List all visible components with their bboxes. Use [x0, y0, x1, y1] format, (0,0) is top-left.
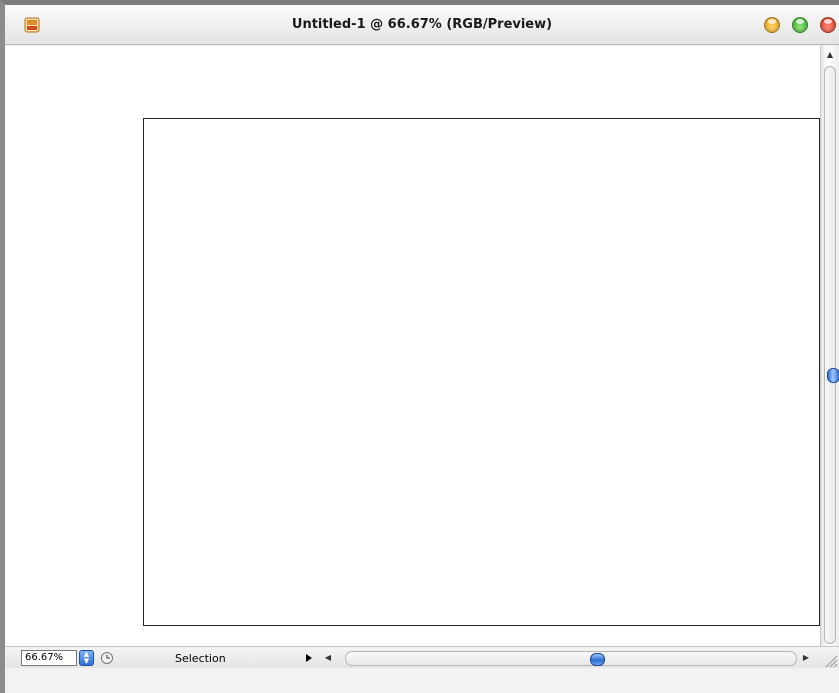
- vertical-scroll-track[interactable]: [824, 66, 839, 644]
- zoom-level-field[interactable]: 66.67%: [21, 650, 77, 666]
- zoom-button[interactable]: [792, 17, 808, 33]
- window-title: Untitled-1 @ 66.67% (RGB/Preview): [291, 17, 553, 32]
- vertical-scrollbar[interactable]: ▲ ▼: [820, 46, 839, 662]
- clock-icon[interactable]: [100, 651, 114, 665]
- scroll-left-arrow-icon[interactable]: ◀: [323, 653, 333, 663]
- horizontal-scroll-thumb[interactable]: [590, 653, 605, 666]
- title-bar[interactable]: Untitled-1 @ 66.67% (RGB/Preview): [5, 5, 839, 45]
- status-bar: 66.67% ▲ ▼ Selection ◀ ▶: [5, 646, 820, 668]
- document-canvas[interactable]: [143, 118, 820, 626]
- vertical-scroll-thumb[interactable]: [827, 368, 839, 383]
- close-button[interactable]: [820, 17, 836, 33]
- resize-grip[interactable]: [820, 646, 839, 668]
- zoom-stepper[interactable]: ▲ ▼: [79, 650, 94, 666]
- horizontal-scroll-track[interactable]: [345, 651, 797, 666]
- document-window: Untitled-1 @ 66.67% (RGB/Preview) ▲ ▼ 66…: [0, 0, 839, 693]
- window-bottom-edge: [5, 668, 839, 693]
- resize-grip-icon: [825, 655, 838, 668]
- horizontal-scrollbar[interactable]: ◀ ▶: [319, 650, 820, 667]
- status-info-label: Selection: [175, 652, 226, 665]
- scroll-up-arrow-icon[interactable]: ▲: [825, 50, 835, 60]
- canvas-area[interactable]: [5, 46, 820, 646]
- minimize-button[interactable]: [764, 17, 780, 33]
- triangle-right-icon[interactable]: [306, 654, 312, 662]
- scroll-right-arrow-icon[interactable]: ▶: [801, 653, 811, 663]
